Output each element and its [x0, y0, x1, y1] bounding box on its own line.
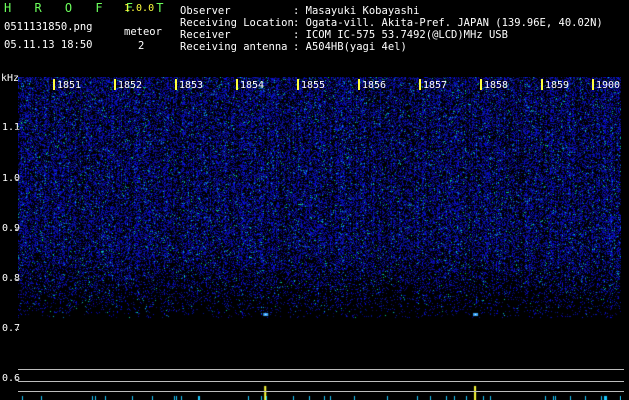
y-tick-mark — [15, 179, 19, 180]
hour-marker — [358, 79, 360, 90]
hour-marker — [53, 79, 55, 90]
hour-marker — [480, 79, 482, 90]
time-label: 1851 — [57, 80, 82, 91]
app-version: 1.0.0 — [124, 3, 155, 14]
info-label-observer: Observer — [180, 5, 231, 17]
info-label-location: Receiving Location — [180, 17, 294, 29]
reference-line — [18, 381, 624, 382]
meteor-label: meteor — [124, 26, 162, 38]
hour-marker — [419, 79, 421, 90]
info-value-location: : Ogata-vill. Akita-Pref. JAPAN (139.96E… — [293, 17, 603, 29]
y-tick-mark — [15, 329, 19, 330]
spectrogram-canvas — [18, 77, 621, 400]
time-label: 1859 — [545, 80, 570, 91]
hour-marker — [114, 79, 116, 90]
time-label: 1856 — [362, 80, 387, 91]
info-value-antenna: : A504HB(yagi 4el) — [293, 41, 407, 53]
hour-marker — [297, 79, 299, 90]
time-label: 1852 — [118, 80, 143, 91]
time-label: 1900 — [596, 80, 621, 91]
time-label: 1853 — [179, 80, 204, 91]
time-label: 1858 — [484, 80, 509, 91]
y-tick-mark — [15, 129, 19, 130]
meteor-count: 2 — [138, 40, 145, 52]
hour-marker — [175, 79, 177, 90]
info-value-receiver: : ICOM IC-575 53.7492(@LCD)MHz USB — [293, 29, 508, 41]
hour-marker — [541, 79, 543, 90]
y-tick-label: 1.1 — [2, 122, 21, 133]
info-label-antenna: Receiving antenna — [180, 41, 288, 53]
y-tick-mark — [15, 279, 19, 280]
info-value-observer: : Masayuki Kobayashi — [293, 5, 420, 17]
reference-line — [18, 369, 624, 370]
time-label: 1857 — [423, 80, 448, 91]
y-axis-unit: kHz — [1, 73, 20, 84]
y-tick-mark — [15, 229, 19, 230]
hour-marker — [236, 79, 238, 90]
hour-marker — [592, 79, 594, 90]
reference-line — [18, 391, 624, 392]
time-label: 1855 — [301, 80, 326, 91]
time-label: 1854 — [240, 80, 265, 91]
file-name: 0511131850.png — [4, 21, 93, 33]
info-label-receiver: Receiver — [180, 29, 231, 41]
datetime: 05.11.13 18:50 — [4, 39, 93, 51]
y-tick-mark — [15, 379, 19, 380]
